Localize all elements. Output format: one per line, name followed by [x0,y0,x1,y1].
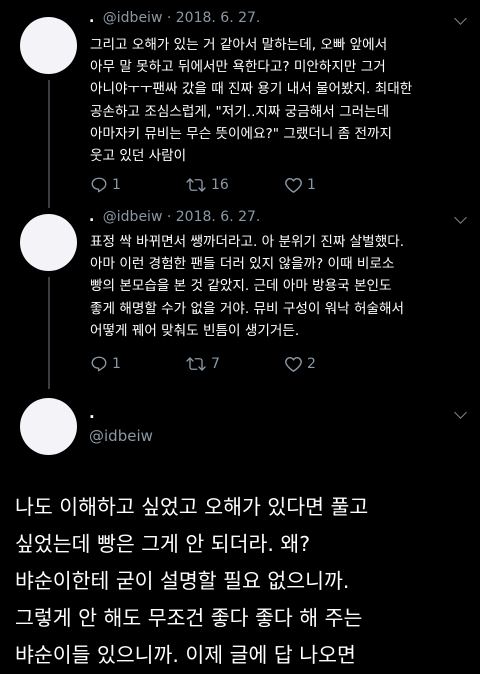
display-name[interactable]: . [89,404,95,422]
like-count: 1 [307,177,316,193]
chevron-down-icon[interactable] [454,12,467,25]
retweet-button[interactable]: 7 [185,355,220,373]
reply-count: 1 [112,177,121,193]
retweet-icon [186,357,206,371]
display-name[interactable]: . [89,10,94,26]
handle[interactable]: @idbeiw [103,10,163,26]
reply-count: 1 [112,356,121,372]
avatar[interactable] [20,17,77,74]
avatar[interactable] [20,398,77,455]
reply-icon [91,356,107,372]
reply-button[interactable]: 1 [90,176,121,194]
retweet-count: 16 [211,177,229,193]
thread-line [48,277,50,389]
separator: · [166,10,172,26]
main-tweet-text: 나도 이해하고 싶었고 오해가 있다면 풀고 싶었는데 빵은 그게 안 되더라.… [15,495,369,667]
reply-button[interactable]: 1 [90,355,121,373]
display-name[interactable]: . [89,209,94,225]
retweet-icon [186,178,206,192]
tweet-header: . @idbeiw · 2018. 6. 27. [89,10,260,26]
separator: · [166,209,172,225]
retweet-button[interactable]: 16 [185,176,229,194]
chevron-down-icon[interactable] [454,211,467,224]
tweet-text: 그리고 오해가 있는 거 같아서 말하는데, 오빠 앞에서 아무 말 못하고 뒤… [90,37,413,165]
like-button[interactable]: 1 [284,176,316,194]
timestamp[interactable]: 2018. 6. 27. [176,10,261,26]
heart-icon [285,356,302,372]
avatar[interactable] [20,214,77,271]
tweet-header: . @idbeiw · 2018. 6. 27. [89,209,260,225]
handle[interactable]: @idbeiw [89,427,153,445]
retweet-count: 7 [211,356,220,372]
handle[interactable]: @idbeiw [103,209,163,225]
reply-icon [91,177,107,193]
tweet-text: 표정 싹 바뀌면서 쌩까더라고. 아 분위기 진짜 살벌했다. 아마 이런 경험… [90,234,405,339]
heart-icon [285,177,302,193]
like-button[interactable]: 2 [284,355,316,373]
thread-line [48,80,50,208]
like-count: 2 [307,356,316,372]
timestamp[interactable]: 2018. 6. 27. [176,209,261,225]
chevron-down-icon[interactable] [454,406,467,419]
